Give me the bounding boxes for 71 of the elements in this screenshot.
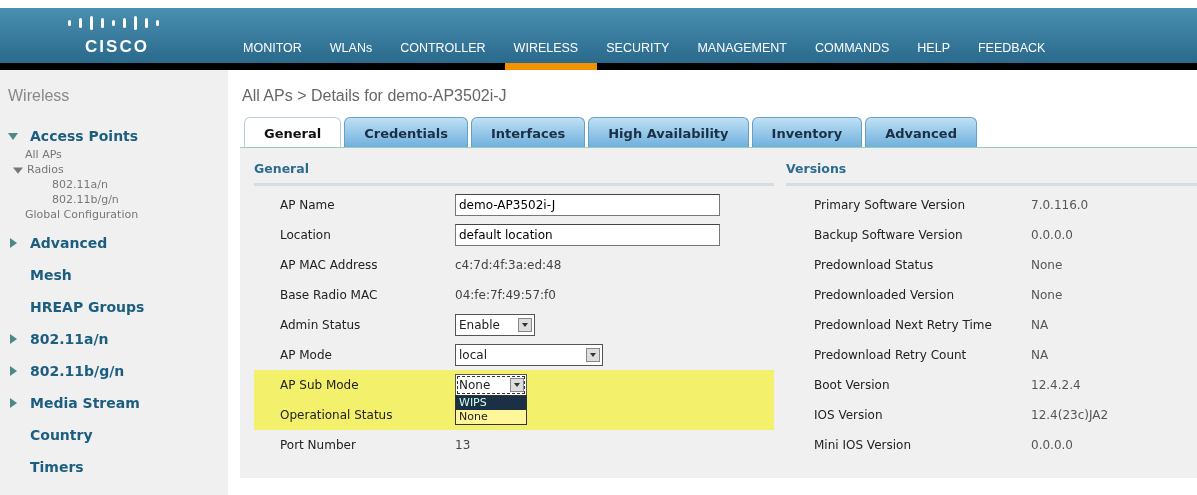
- sidebar-item[interactable]: HREAP Groups: [30, 296, 145, 318]
- field-label: AP Sub Mode: [280, 376, 360, 394]
- field-value: None: [1031, 286, 1063, 304]
- sidebar-subitem[interactable]: 802.11b/g/n: [52, 193, 119, 206]
- field-label: AP Mode: [280, 346, 333, 364]
- section-title: Versions: [786, 160, 1197, 186]
- field-value: 0.0.0.0: [1031, 226, 1073, 244]
- sidebar-item[interactable]: Advanced: [30, 232, 108, 254]
- field-value: 12.4.2.4: [1031, 376, 1081, 394]
- sidebar-item[interactable]: 802.11b/g/n: [30, 360, 125, 382]
- sidebar-title: Wireless: [8, 86, 71, 106]
- logo-text: CISCO: [85, 35, 149, 58]
- sidebar-subitem[interactable]: 802.11a/n: [52, 178, 108, 191]
- sidebar-item[interactable]: 802.11a/n: [30, 328, 109, 350]
- field-value: 0.0.0.0: [1031, 436, 1073, 454]
- tab[interactable]: Interfaces: [471, 117, 586, 147]
- field-label: IOS Version: [814, 406, 884, 424]
- nav-link[interactable]: COMMANDS: [806, 39, 909, 70]
- field-value: 7.0.116.0: [1031, 196, 1089, 214]
- section-title: General: [254, 160, 774, 186]
- nav-link[interactable]: MANAGEMENT: [688, 39, 806, 70]
- nav-link[interactable]: HELP: [908, 39, 969, 70]
- sidebar-item[interactable]: Country: [30, 424, 93, 446]
- field-label: Admin Status: [280, 316, 362, 334]
- field-label: Primary Software Version: [814, 196, 967, 214]
- field-label: Predownload Next Retry Time: [814, 316, 993, 334]
- sidebar-subitem[interactable]: Radios: [27, 162, 64, 177]
- field-label: Location: [280, 226, 332, 244]
- tab[interactable]: High Availability: [588, 117, 749, 147]
- sidebar-subitem[interactable]: All APs: [25, 147, 62, 162]
- dropdown-option[interactable]: WIPS: [456, 395, 526, 410]
- field-value: c4:7d:4f:3a:ed:48: [455, 256, 562, 274]
- dropdown-option[interactable]: None: [456, 409, 526, 424]
- nav-link[interactable]: FEEDBACK: [969, 39, 1065, 70]
- sidebar-item[interactable]: Timers: [30, 456, 84, 478]
- sidebar-item[interactable]: Mesh: [30, 264, 72, 286]
- nav-link[interactable]: WIRELESS: [504, 39, 598, 70]
- tab[interactable]: Advanced: [865, 117, 977, 147]
- field-label: Base Radio MAC: [280, 286, 379, 304]
- dropdown[interactable]: None: [455, 373, 527, 396]
- sidebar-subitem[interactable]: Global Configuration: [25, 207, 139, 222]
- dropdown[interactable]: Enable: [455, 313, 535, 336]
- nav-link[interactable]: CONTROLLER: [391, 39, 505, 70]
- field-label: AP Name: [280, 196, 336, 214]
- field-label: Port Number: [280, 436, 357, 454]
- field-label: Mini IOS Version: [814, 436, 912, 454]
- field-label: Predownload Status: [814, 256, 935, 274]
- field-label: Boot Version: [814, 376, 891, 394]
- nav-link[interactable]: WLANs: [320, 39, 392, 70]
- field-value: 12.4(23c)JA2: [1031, 406, 1109, 424]
- nav-link[interactable]: SECURITY: [597, 39, 689, 70]
- tab[interactable]: General: [244, 117, 342, 147]
- field-label: AP MAC Address: [280, 256, 379, 274]
- field-label: Backup Software Version: [814, 226, 964, 244]
- breadcrumb-text: All APs > Details for demo-AP3502i-J: [241, 86, 508, 106]
- sidebar-item[interactable]: Access Points: [30, 125, 139, 147]
- field-value: None: [1031, 256, 1063, 274]
- field-value: 13: [455, 436, 471, 454]
- field-label: Predownload Retry Count: [814, 346, 968, 364]
- field-value: NA: [1031, 316, 1049, 334]
- tab[interactable]: Credentials: [344, 117, 468, 147]
- field-value: 04:fe:7f:49:57:f0: [455, 286, 556, 304]
- tab[interactable]: Inventory: [751, 117, 863, 147]
- field-label: Predownloaded Version: [814, 286, 956, 304]
- dropdown[interactable]: local: [455, 343, 603, 366]
- sidebar-item[interactable]: Media Stream: [30, 392, 140, 414]
- input-field[interactable]: demo-AP3502i-J: [455, 193, 720, 216]
- nav-link[interactable]: MONITOR: [234, 39, 321, 70]
- field-value: NA: [1031, 346, 1049, 364]
- input-field[interactable]: default location: [455, 223, 720, 246]
- field-label: Operational Status: [280, 406, 394, 424]
